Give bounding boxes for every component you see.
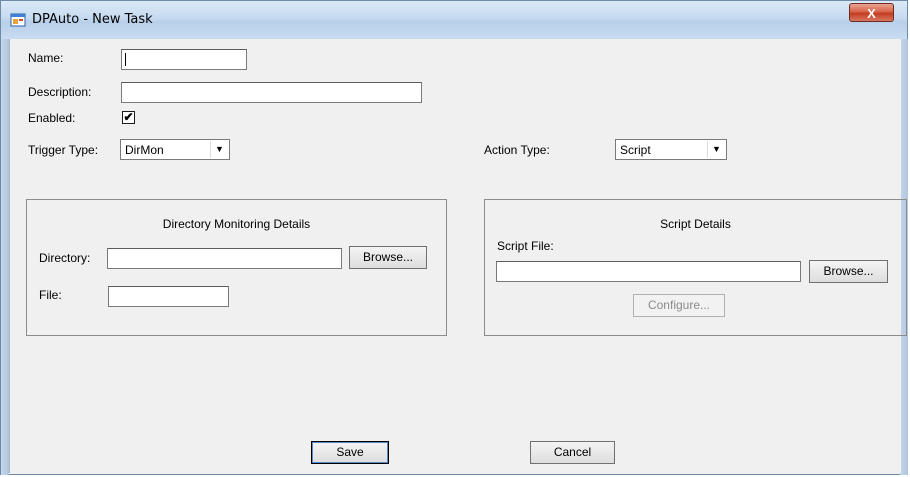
chevron-down-icon: ▼ bbox=[210, 141, 228, 158]
enabled-checkbox[interactable]: ✔ bbox=[122, 111, 135, 124]
directory-label: Directory: bbox=[39, 251, 91, 265]
description-input[interactable] bbox=[121, 82, 422, 103]
cancel-button[interactable]: Cancel bbox=[530, 441, 615, 464]
trigger-type-dropdown[interactable]: DirMon ▼ bbox=[120, 139, 230, 160]
action-type-dropdown[interactable]: Script ▼ bbox=[615, 139, 727, 160]
directory-browse-button[interactable]: Browse... bbox=[349, 246, 427, 269]
file-label: File: bbox=[39, 288, 62, 302]
name-input[interactable] bbox=[121, 49, 247, 70]
close-button[interactable]: X bbox=[849, 3, 894, 22]
chevron-down-icon: ▼ bbox=[707, 141, 725, 158]
trigger-type-value: DirMon bbox=[125, 143, 164, 157]
script-browse-button[interactable]: Browse... bbox=[809, 260, 888, 283]
dialog-window: DPAuto - New Task X Name: Description: E… bbox=[0, 0, 908, 475]
text-caret bbox=[125, 53, 126, 66]
description-label: Description: bbox=[28, 85, 92, 99]
title-bar[interactable]: DPAuto - New Task X bbox=[1, 1, 907, 40]
directory-monitoring-group: Directory Monitoring Details Directory: … bbox=[26, 199, 447, 336]
script-group-title: Script Details bbox=[660, 217, 731, 231]
script-file-input[interactable] bbox=[496, 261, 801, 282]
window-title: DPAuto - New Task bbox=[32, 12, 153, 27]
script-details-group: Script Details Script File: Browse... Co… bbox=[484, 199, 907, 336]
file-input[interactable] bbox=[108, 286, 229, 307]
check-icon: ✔ bbox=[123, 110, 134, 124]
action-type-value: Script bbox=[620, 143, 651, 157]
close-icon: X bbox=[867, 6, 876, 21]
directory-input[interactable] bbox=[107, 248, 342, 269]
dialog-client-area: Name: Description: Enabled: ✔ Trigger Ty… bbox=[9, 39, 907, 473]
action-type-label: Action Type: bbox=[484, 143, 550, 157]
app-window-icon bbox=[10, 13, 26, 27]
directory-group-title: Directory Monitoring Details bbox=[162, 217, 311, 231]
window-frame-left bbox=[1, 39, 9, 475]
trigger-type-label: Trigger Type: bbox=[28, 143, 99, 157]
enabled-label: Enabled: bbox=[28, 111, 76, 125]
script-file-label: Script File: bbox=[497, 239, 554, 253]
name-label: Name: bbox=[28, 51, 64, 65]
configure-button[interactable]: Configure... bbox=[633, 294, 725, 317]
save-button[interactable]: Save bbox=[311, 441, 389, 464]
